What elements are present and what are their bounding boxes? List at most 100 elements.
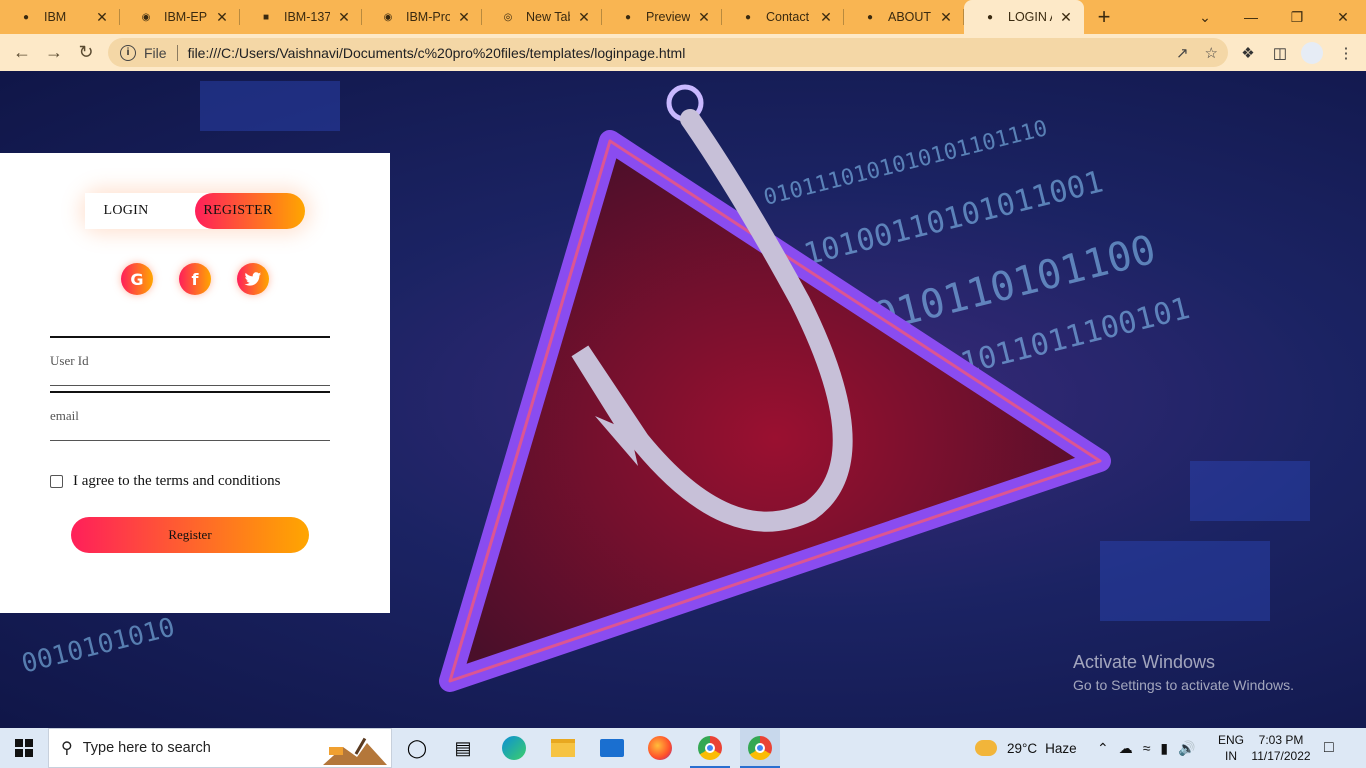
widgets-icon[interactable]: ▤ [443,728,483,768]
url-text[interactable]: file:///C:/Users/Vaishnavi/Documents/c%2… [188,45,686,61]
auth-toggle: LOGIN REGISTER [85,193,305,229]
login-toggle-button[interactable]: LOGIN [85,193,167,229]
browser-tab[interactable]: ◉ IBM-EPBL/ ✕ [120,0,240,34]
close-tab-icon[interactable]: ✕ [938,9,954,26]
twitter-icon[interactable] [237,263,269,295]
field-bottom-border [50,385,330,386]
terms-label: I agree to the terms and conditions [73,473,281,489]
close-tab-icon[interactable]: ✕ [818,9,834,26]
address-divider [176,44,178,61]
share-icon[interactable]: ↗ [1176,44,1189,62]
watermark-subtitle: Go to Settings to activate Windows. [1073,677,1294,693]
speaker-icon[interactable]: 🔊 [1178,740,1195,757]
phishing-hook-illustration [439,84,1111,692]
register-toggle-button[interactable]: REGISTER [171,193,305,229]
browser-tab[interactable]: ● IBM ✕ [0,0,120,34]
tab-title: ABOUT PA [888,10,932,24]
user-id-field[interactable]: User Id [50,336,330,386]
close-tab-icon[interactable]: ✕ [456,9,472,26]
side-panel-icon[interactable]: ◫ [1266,34,1294,71]
weather-temp: 29°C [1007,740,1038,756]
back-button[interactable]: ← [6,36,38,68]
profile-avatar[interactable] [1298,34,1326,71]
close-window-button[interactable]: ✕ [1320,0,1366,34]
haze-weather-icon [975,740,997,756]
edge-browser-icon[interactable] [494,728,534,768]
terms-row: I agree to the terms and conditions [50,473,280,490]
globe-icon: ● [986,11,994,23]
search-icon: ⚲ [61,740,73,757]
reload-button[interactable]: ↻ [70,36,102,68]
browser-tab[interactable]: ● Preview Ab ✕ [602,0,722,34]
register-submit-button[interactable]: Register [71,517,309,553]
bg-tile-1 [1190,461,1310,521]
google-icon[interactable]: G [121,263,153,295]
close-tab-icon[interactable]: ✕ [1058,9,1074,26]
close-tab-icon[interactable]: ✕ [214,9,230,26]
warning-triangle-shape [439,130,1111,692]
browser-toolbar: ← → ↻ i File file:///C:/Users/Vaishnavi/… [0,34,1366,71]
chrome-active-window-icon[interactable] [740,728,780,768]
new-tab-button[interactable]: + [1084,0,1124,34]
weather-widget[interactable]: 29°C Haze [975,728,1077,768]
tab-title: IBM-EPBL/ [164,10,208,24]
terms-checkbox[interactable] [50,475,63,488]
language-indicator[interactable]: ENG IN [1218,728,1244,768]
task-view-icon[interactable]: ◯ [397,728,437,768]
windows-start-icon[interactable] [0,728,48,768]
tab-title: IBM-1376 [284,10,330,24]
forward-button[interactable]: → [38,36,70,68]
browser-tab[interactable]: ◎ New Tab ✕ [482,0,602,34]
tab-search-icon[interactable]: ⌄ [1182,0,1228,34]
user-id-placeholder: User Id [50,353,89,368]
taskbar-search-box[interactable]: ⚲ Type here to search [48,728,392,768]
onedrive-icon[interactable]: ☁ [1119,740,1133,757]
email-field[interactable]: email [50,391,330,441]
tab-title: IBM [44,10,67,24]
maximize-button[interactable]: ❐ [1274,0,1320,34]
close-tab-icon[interactable]: ✕ [696,9,712,26]
address-bar[interactable]: i File file:///C:/Users/Vaishnavi/Docume… [108,38,1228,67]
system-tray: ⌃ ☁ ≈ ▮ 🔊 [1097,728,1196,768]
bookmark-star-icon[interactable]: ☆ [1205,44,1218,62]
tab-list: ● IBM ✕ ◉ IBM-EPBL/ ✕ ■ IBM-1376 ✕ ◉ IBM-Proje ✕ ◎ Ne… [0,0,1084,34]
menu-kebab-icon[interactable]: ⋮ [1332,34,1360,71]
chrome-icon: ◎ [503,11,513,23]
bg-tile-3 [200,81,340,131]
file-explorer-icon[interactable] [543,728,583,768]
tab-title: Preview Ab [646,10,690,24]
globe-icon: ● [744,11,752,23]
tab-title: IBM-Proje [406,10,450,24]
mail-icon[interactable] [592,728,632,768]
site-info-icon[interactable]: i [120,44,136,61]
chevron-up-icon[interactable]: ⌃ [1097,740,1109,757]
clock[interactable]: 7:03 PM 11/17/2022 [1250,728,1312,768]
github-icon: ◉ [141,11,151,23]
facebook-icon[interactable]: f [179,263,211,295]
chrome-icon[interactable] [690,728,730,768]
browser-tab[interactable]: ◉ IBM-Proje ✕ [362,0,482,34]
lang-line2: IN [1225,749,1237,763]
firefox-icon[interactable] [640,728,680,768]
close-tab-icon[interactable]: ✕ [576,9,592,26]
weather-condition: Haze [1045,740,1077,756]
github-icon: ◉ [383,11,393,23]
browser-tab[interactable]: ● ABOUT PA ✕ [844,0,964,34]
clock-date: 11/17/2022 [1251,749,1311,763]
activate-windows-watermark: Activate Windows Go to Settings to activ… [1073,652,1294,693]
browser-tab[interactable]: ● LOGIN AN ✕ [964,0,1084,34]
doc-icon: ■ [262,11,270,23]
browser-tab[interactable]: ● Contact Us ✕ [722,0,844,34]
battery-icon[interactable]: ▮ [1160,740,1168,757]
close-tab-icon[interactable]: ✕ [94,9,110,26]
browser-tab[interactable]: ■ IBM-1376 ✕ [240,0,362,34]
field-top-border [50,391,330,393]
extensions-puzzle-icon[interactable]: ❖ [1234,34,1262,71]
bg-binary-5: 0010101010 [18,612,178,680]
lang-line1: ENG [1218,733,1245,747]
notification-icon[interactable]: □ [1324,728,1334,768]
minimize-button[interactable]: — [1228,0,1274,34]
close-tab-icon[interactable]: ✕ [336,9,352,26]
tab-title: Contact Us [766,10,812,24]
wifi-icon[interactable]: ≈ [1143,740,1151,756]
